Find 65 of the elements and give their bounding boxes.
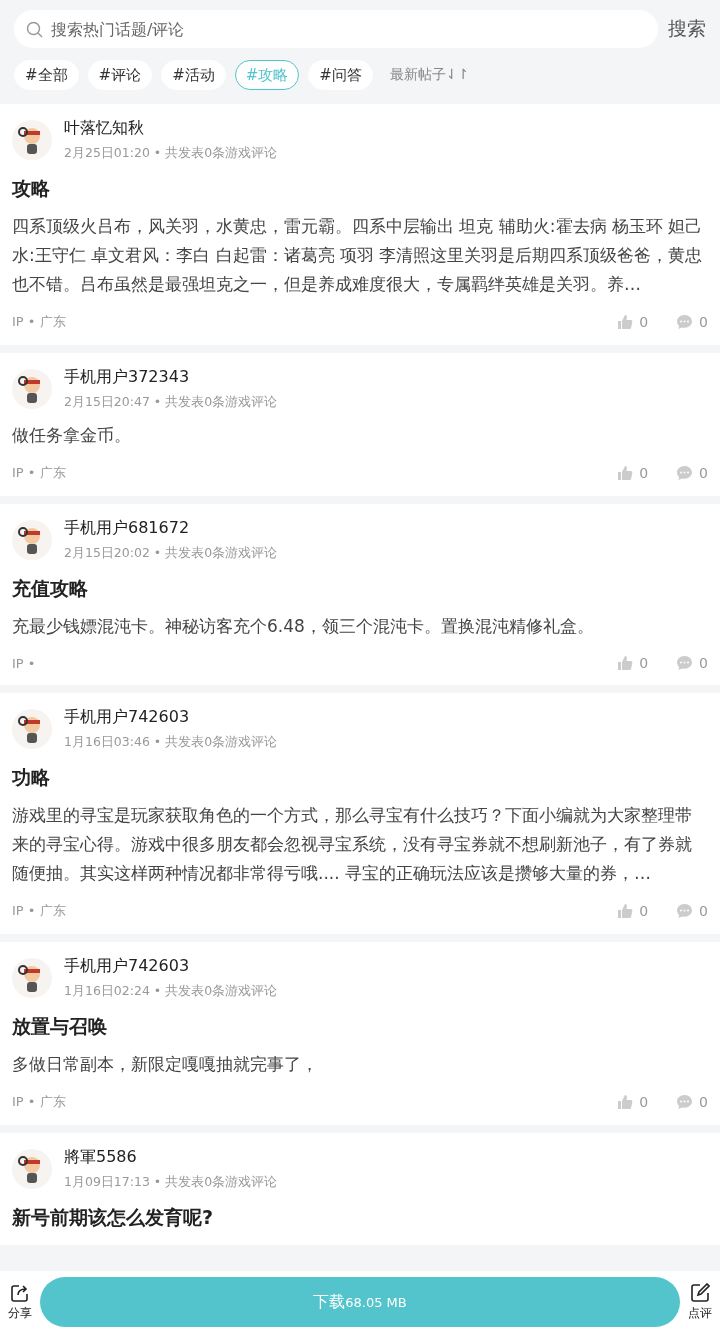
search-field[interactable]: 搜索热门话题/评论 xyxy=(49,18,646,40)
thumbs-up-icon[interactable] xyxy=(617,1094,634,1110)
post-meta: 1月16日02:24 • 共发表0条游戏评论 xyxy=(64,983,278,1000)
post-title: 新号前期该怎么发育呢? xyxy=(12,1205,215,1230)
filter-tab[interactable]: #评论 xyxy=(87,60,153,90)
comment-count: 0 xyxy=(699,314,708,330)
user-name[interactable]: 手机用户742603 xyxy=(64,956,278,977)
comment-count: 0 xyxy=(699,903,708,919)
avatar xyxy=(12,709,52,749)
comment-count: 0 xyxy=(699,655,708,671)
avatar xyxy=(12,520,52,560)
post-title: 充值攻略 xyxy=(12,576,89,601)
like-count: 0 xyxy=(639,1094,649,1110)
post-meta: 2月15日20:02 • 共发表0条游戏评论 xyxy=(64,545,278,562)
avatar xyxy=(12,120,52,160)
comment-count: 0 xyxy=(699,465,708,481)
post-body: 四系顶级火吕布，风关羽，水黄忠，雷元霸。四系中层输出 坦克 辅助火:霍去病 杨玉环 妲己水:王守仁 卓文君风：李白 白起雷：诸葛亮 项羽 李清照这里关羽是后期四系顶级爸爸，黄忠也不错。吕布虽然是最强坦克之一，但是养成难度很大，专属羁绊英雄是关羽。养… xyxy=(12,215,704,296)
post-title: 放置与召唤 xyxy=(12,1014,108,1039)
user-name[interactable]: 手机用户372343 xyxy=(64,367,278,388)
avatar xyxy=(12,1149,52,1189)
edit-icon xyxy=(690,1282,710,1303)
ip-location: IP • 广东 xyxy=(12,902,66,920)
comment-count: 0 xyxy=(699,1094,708,1110)
post-body: 多做日常副本，新限定嘎嘎抽就完事了， xyxy=(12,1053,319,1076)
thumbs-up-icon[interactable] xyxy=(617,465,634,481)
post-meta: 1月09日17:13 • 共发表0条游戏评论 xyxy=(64,1174,278,1191)
thumbs-up-icon[interactable] xyxy=(617,903,634,919)
post-body: 游戏里的寻宝是玩家获取角色的一个方式，那么寻宝有什么技巧？下面小编就为大家整理带来的寻宝心得。游戏中很多朋友都会忽视寻宝系统，没有寻宝券就不想刷新池子，有了券就随便抽。其实这样两种情况都非常得亏哦.... 寻宝的正确玩法应该是攒够大量的券，… xyxy=(12,804,693,885)
post-title: 功略 xyxy=(12,765,51,790)
search-box[interactable]: 搜索热门话题/评论 xyxy=(14,10,658,48)
comment-icon[interactable] xyxy=(676,903,694,919)
search-icon xyxy=(26,20,43,38)
like-count: 0 xyxy=(639,655,649,671)
user-name[interactable]: 叶落忆知秋 xyxy=(64,118,278,139)
avatar xyxy=(12,369,52,409)
review-button[interactable]: 点评 xyxy=(688,1282,712,1322)
share-icon xyxy=(10,1282,30,1303)
post-body: 充最少钱嫖混沌卡。神秘访客充个6.48，领三个混沌卡。置换混沌精修礼盒。 xyxy=(12,615,595,638)
comment-icon[interactable] xyxy=(676,655,694,671)
post-meta: 2月25日01:20 • 共发表0条游戏评论 xyxy=(64,145,278,162)
thumbs-up-icon[interactable] xyxy=(617,314,634,330)
like-count: 0 xyxy=(639,465,649,481)
search-button[interactable]: 搜索 xyxy=(668,16,706,42)
share-button[interactable]: 分享 xyxy=(8,1282,32,1322)
avatar xyxy=(12,958,52,998)
ip-location: IP • 广东 xyxy=(12,1093,66,1111)
user-name[interactable]: 手机用户742603 xyxy=(64,707,278,728)
like-count: 0 xyxy=(639,314,649,330)
post-body: 做任务拿金币。 xyxy=(12,424,132,447)
filter-tab[interactable]: #全部 xyxy=(14,60,79,90)
user-name[interactable]: 手机用户681672 xyxy=(64,518,278,539)
comment-icon[interactable] xyxy=(676,314,694,330)
ip-location: IP • 广东 xyxy=(12,464,66,482)
filter-tab[interactable]: #问答 xyxy=(308,60,373,90)
thumbs-up-icon[interactable] xyxy=(617,655,634,671)
user-name[interactable]: 將軍5586 xyxy=(64,1147,278,1168)
like-count: 0 xyxy=(639,903,649,919)
post-meta: 1月16日03:46 • 共发表0条游戏评论 xyxy=(64,734,278,751)
filter-tab[interactable]: #活动 xyxy=(161,60,226,90)
post-meta: 2月15日20:47 • 共发表0条游戏评论 xyxy=(64,394,278,411)
comment-icon[interactable] xyxy=(676,465,694,481)
ip-location: IP • 广东 xyxy=(12,313,66,331)
post-title: 攻略 xyxy=(12,176,51,201)
comment-icon[interactable] xyxy=(676,1094,694,1110)
ip-location: IP • xyxy=(12,655,36,671)
